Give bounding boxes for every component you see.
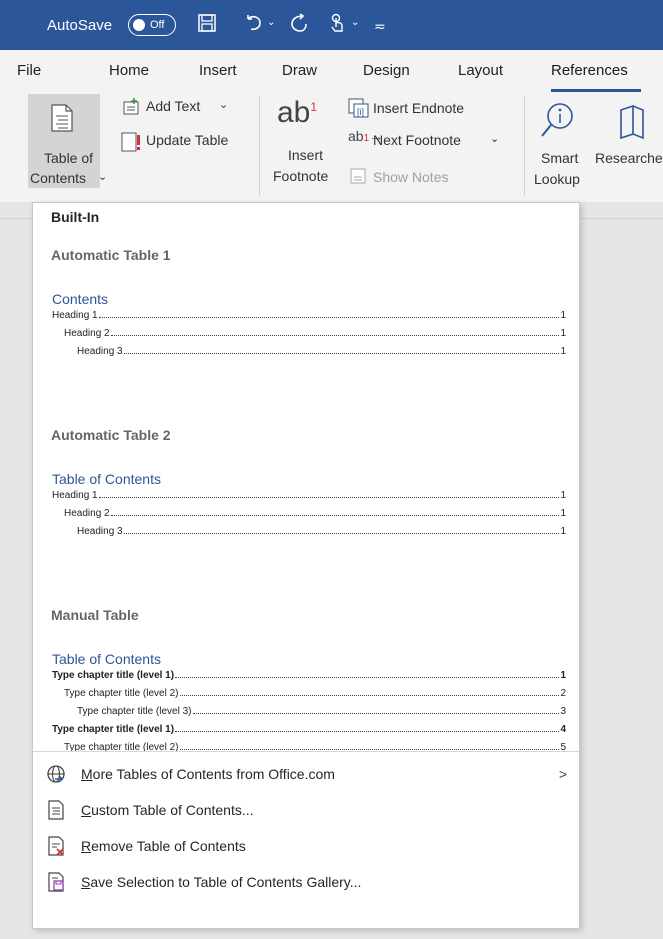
undo-icon[interactable] [244, 13, 264, 39]
toc-preview-entry: Heading 31 [77, 526, 566, 537]
add-text-dropdown-icon[interactable]: ⌄ [219, 98, 228, 111]
manual-table-option[interactable]: Table of Contents Type chapter title (le… [33, 641, 579, 765]
redo-icon[interactable] [289, 13, 309, 39]
toc-label-line1: Table of [44, 150, 94, 166]
builtin-header: Built-In [51, 209, 100, 225]
researcher-button[interactable]: Researcher [595, 150, 663, 166]
add-text-button[interactable]: Add Text [146, 98, 200, 114]
toc-preview-entry: Type chapter title (level 2) 2 [64, 688, 566, 699]
customize-toolbar-icon[interactable]: ≂ [374, 14, 386, 38]
tab-file[interactable]: File [17, 50, 41, 90]
smart-lookup-icon [540, 102, 574, 145]
tab-home[interactable]: Home [109, 50, 149, 90]
table-of-contents-menu: Built-In Automatic Table 1 Contents Head… [32, 202, 580, 929]
update-table-button[interactable]: Update Table [146, 132, 228, 148]
more-tables-of-contents-item[interactable]: More Tables of Contents from Office.com … [33, 757, 579, 791]
svg-text:[i]: [i] [357, 107, 364, 117]
title-bar: AutoSave Off ⌄ ⌄ ≂ [0, 0, 663, 50]
gallery-section-title: Automatic Table 1 [51, 247, 171, 263]
show-notes-icon [350, 168, 366, 189]
insert-footnote-line1[interactable]: Insert [288, 147, 323, 163]
add-text-icon [122, 98, 142, 121]
submenu-chevron-icon: > [558, 766, 567, 782]
globe-icon [46, 764, 66, 784]
toggle-knob [133, 19, 145, 31]
tab-layout[interactable]: Layout [458, 50, 503, 90]
tab-references[interactable]: References [551, 50, 628, 90]
insert-footnote-icon: ab1 [277, 96, 318, 129]
insert-footnote-line2[interactable]: Footnote [273, 168, 328, 184]
toc-preview-entry: Type chapter title (level 1) 1 [52, 670, 566, 681]
remove-document-icon [46, 836, 66, 856]
table-of-contents-icon [50, 104, 74, 137]
undo-dropdown-icon[interactable]: ⌄ [267, 17, 275, 28]
ribbon: Table of Contents ⌄ Add Text ⌄ Update Ta… [0, 92, 663, 219]
toc-preview-entry: Type chapter title (level 3) 3 [77, 706, 566, 717]
insert-endnote-button[interactable]: Insert Endnote [373, 100, 464, 116]
custom-toc-label: Custom Table of Contents... [81, 802, 254, 818]
automatic-table-2-option[interactable]: Table of Contents Heading 11 Heading 21 … [33, 461, 579, 551]
next-footnote-dropdown-icon[interactable]: ⌄ [490, 132, 499, 145]
smart-lookup-line1[interactable]: Smart [541, 150, 578, 166]
toc-label-line2: Contents [30, 170, 87, 186]
toc-preview-entry: Heading 11 [52, 490, 566, 501]
touch-dropdown-icon[interactable]: ⌄ [351, 17, 359, 28]
automatic-table-1-option[interactable]: Contents Heading 11 Heading 21 Heading 3… [33, 281, 579, 371]
table-of-contents-button[interactable]: Table of Contents ⌄ [28, 94, 107, 188]
remove-table-of-contents-item[interactable]: Remove Table of Contents [33, 829, 579, 863]
ribbon-separator [259, 96, 260, 196]
toc-preview-entry: Heading 31 [77, 346, 566, 357]
toggle-state: Off [150, 19, 165, 31]
save-selection-to-gallery-item[interactable]: Save Selection to Table of Contents Gall… [33, 865, 579, 899]
save-gallery-icon [46, 872, 66, 892]
document-area [580, 202, 663, 939]
save-icon[interactable] [197, 13, 217, 39]
tab-design[interactable]: Design [363, 50, 410, 90]
smart-lookup-line2[interactable]: Lookup [534, 171, 580, 187]
more-tables-label: More Tables of Contents from Office.com [81, 766, 335, 782]
custom-table-of-contents-item[interactable]: Custom Table of Contents... [33, 793, 579, 827]
toc-dropdown-icon: ⌄ [98, 171, 108, 183]
researcher-icon [617, 104, 647, 145]
remove-toc-label: Remove Table of Contents [81, 838, 246, 854]
toc-preview-entry: Heading 11 [52, 310, 566, 321]
autosave-toggle[interactable]: Off [128, 14, 176, 36]
toc-preview-entry: Type chapter title (level 1) 4 [52, 724, 566, 735]
insert-endnote-icon: [i] [348, 98, 370, 123]
document-icon [46, 800, 66, 820]
toc-preview-entry: Heading 21 [64, 508, 566, 519]
ribbon-separator [524, 96, 525, 196]
autosave-label: AutoSave [47, 16, 113, 34]
save-selection-label: Save Selection to Table of Contents Gall… [81, 874, 362, 890]
tab-draw[interactable]: Draw [282, 50, 317, 90]
touch-mode-icon[interactable] [327, 13, 347, 39]
show-notes-button[interactable]: Show Notes [373, 169, 448, 185]
toc-preview-entry: Heading 21 [64, 328, 566, 339]
ribbon-tabs: File Home Insert Draw Design Layout Refe… [0, 50, 663, 92]
tab-insert[interactable]: Insert [199, 50, 237, 90]
preview-title: Table of Contents [52, 471, 161, 487]
gallery-section-title: Manual Table [51, 607, 139, 623]
next-footnote-button[interactable]: Next Footnote [373, 132, 461, 148]
update-table-icon [120, 132, 142, 157]
preview-title: Table of Contents [52, 651, 161, 667]
gallery-section-title: Automatic Table 2 [51, 427, 171, 443]
preview-title: Contents [52, 291, 109, 307]
menu-separator [33, 751, 579, 752]
